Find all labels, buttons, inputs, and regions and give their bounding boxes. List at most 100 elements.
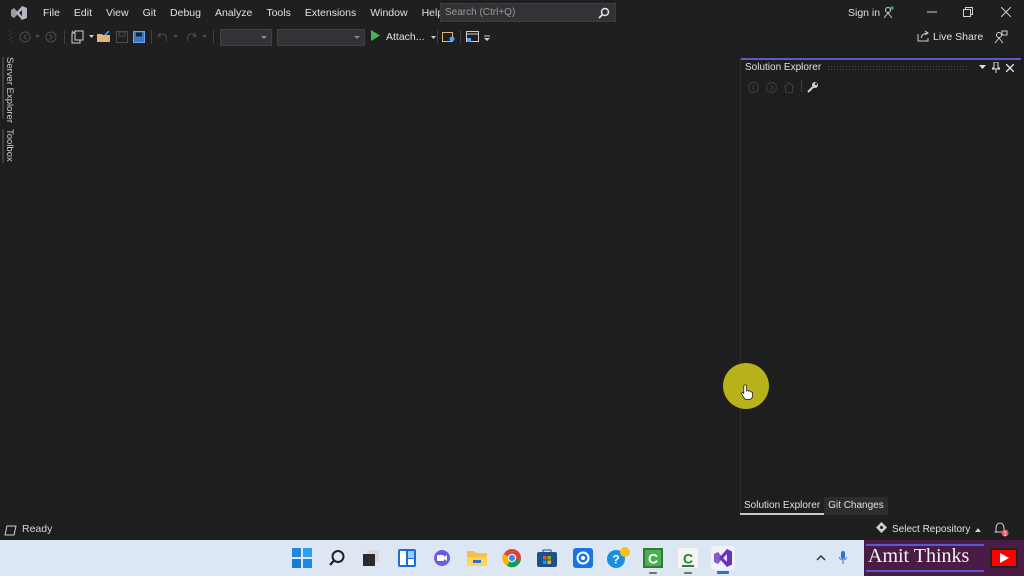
chevron-down-icon (354, 36, 360, 39)
system-tray (814, 540, 850, 576)
menu-file[interactable]: File (36, 0, 67, 26)
new-project-dropdown-icon[interactable] (88, 29, 94, 45)
toolbar-overflow-icon[interactable] (484, 29, 490, 45)
browse-folder-icon[interactable] (442, 29, 456, 45)
properties-wrench-icon[interactable] (807, 79, 819, 95)
restore-button[interactable] (950, 0, 986, 26)
solution-explorer-header: Solution Explorer (741, 60, 1021, 75)
minimize-button[interactable] (914, 0, 950, 26)
taskbar-app-c-green[interactable]: C (641, 546, 665, 574)
menu-view[interactable]: View (99, 0, 136, 26)
select-repository-button[interactable]: Select Repository (876, 522, 982, 536)
navigate-back-icon[interactable] (18, 29, 32, 45)
status-bar: Ready Select Repository 1 (0, 518, 1024, 540)
window-position-dropdown-icon[interactable] (975, 61, 989, 75)
taskbar-chat[interactable] (430, 546, 454, 570)
toolbar-grip-icon[interactable] (8, 29, 14, 45)
close-icon (1000, 4, 1012, 22)
taskbar-mail[interactable] (571, 546, 595, 570)
menu-extensions[interactable]: Extensions (298, 0, 363, 26)
live-share-button[interactable]: Live Share (917, 29, 983, 45)
sign-in-link[interactable]: Sign in (848, 0, 880, 26)
menu-edit[interactable]: Edit (67, 0, 99, 26)
standard-toolbar: Attach... Live Share (0, 26, 1024, 48)
solution-explorer-bottom-tabs: Solution Explorer Git Changes (740, 497, 888, 515)
search-icon (329, 550, 345, 566)
add-account-icon[interactable] (882, 5, 896, 24)
notifications-button[interactable]: 1 (993, 521, 1009, 542)
live-share-label: Live Share (933, 31, 984, 43)
attach-label: Attach... (386, 31, 425, 43)
solution-explorer-panel: Solution Explorer (740, 58, 1021, 514)
menu-window[interactable]: Window (363, 0, 414, 26)
chrome-icon (502, 549, 521, 568)
taskbar-app-c-white[interactable]: C (676, 546, 700, 574)
hand-cursor-icon (741, 384, 753, 405)
feedback-icon[interactable] (994, 29, 1008, 45)
folder-icon (467, 551, 487, 566)
back-icon[interactable] (747, 79, 759, 95)
save-icon[interactable] (115, 29, 129, 45)
svg-text:?: ? (612, 553, 619, 567)
widgets-icon (398, 549, 416, 567)
pin-icon[interactable] (989, 61, 1003, 75)
c-app-green-icon: C (643, 548, 663, 568)
home-icon[interactable] (783, 79, 795, 95)
search-input[interactable] (445, 7, 595, 18)
menu-tools[interactable]: Tools (259, 0, 298, 26)
show-hidden-icons-chevron-icon[interactable] (814, 555, 828, 561)
brand-underline-bottom (866, 570, 984, 572)
toolbar-separator (151, 30, 152, 44)
solution-platform-combo[interactable] (277, 29, 365, 46)
redo-dropdown-icon[interactable] (201, 29, 207, 45)
store-icon (537, 549, 557, 567)
close-button[interactable] (988, 0, 1024, 26)
play-icon (370, 30, 380, 44)
menu-debug[interactable]: Debug (163, 0, 208, 26)
attach-dropdown-icon[interactable] (430, 31, 436, 43)
tab-server-explorer[interactable]: Server Explorer (4, 57, 15, 123)
mail-icon (573, 548, 593, 568)
taskbar-file-explorer[interactable] (465, 546, 489, 570)
undo-icon[interactable] (156, 29, 170, 45)
drag-grip[interactable] (827, 65, 969, 70)
redo-icon[interactable] (184, 29, 198, 45)
solution-configuration-combo[interactable] (220, 29, 272, 46)
menu-analyze[interactable]: Analyze (208, 0, 259, 26)
search-icon[interactable] (598, 6, 610, 24)
microphone-icon[interactable] (836, 551, 850, 565)
chat-icon (434, 550, 450, 566)
menu-git[interactable]: Git (136, 0, 163, 26)
open-folder-icon[interactable] (97, 29, 111, 45)
visual-studio-logo-icon (8, 4, 30, 22)
navigate-forward-icon[interactable] (44, 29, 58, 45)
tab-git-changes[interactable]: Git Changes (824, 497, 888, 515)
navigate-back-dropdown-icon[interactable] (34, 29, 40, 45)
new-project-icon[interactable] (70, 29, 86, 45)
active-indicator (717, 571, 729, 574)
taskbar-visual-studio[interactable] (711, 546, 735, 574)
taskbar-widgets[interactable] (395, 546, 419, 570)
c-app-white-icon: C (678, 548, 698, 568)
channel-name: Amit Thinks (868, 545, 970, 567)
tab-toolbox[interactable]: Toolbox (4, 129, 15, 162)
output-window-icon[interactable] (4, 523, 17, 541)
taskbar-task-view[interactable] (359, 546, 383, 570)
taskbar-start[interactable] (290, 546, 314, 570)
minimize-icon (927, 4, 937, 22)
save-all-icon[interactable] (132, 29, 146, 45)
taskbar-get-help[interactable]: ? (606, 546, 630, 570)
live-share-icon (917, 30, 929, 45)
undo-dropdown-icon[interactable] (172, 29, 178, 45)
search-box[interactable] (440, 3, 616, 22)
task-view-icon (363, 550, 379, 566)
close-icon[interactable] (1003, 61, 1017, 75)
window-layout-icon[interactable] (466, 29, 480, 45)
attach-button[interactable]: Attach... (370, 29, 436, 45)
taskbar-chrome[interactable] (500, 546, 524, 570)
taskbar-store[interactable] (535, 546, 559, 570)
toolbar-separator (437, 30, 438, 44)
forward-icon[interactable] (765, 79, 777, 95)
tab-solution-explorer[interactable]: Solution Explorer (740, 497, 825, 515)
taskbar-search[interactable] (325, 546, 349, 570)
